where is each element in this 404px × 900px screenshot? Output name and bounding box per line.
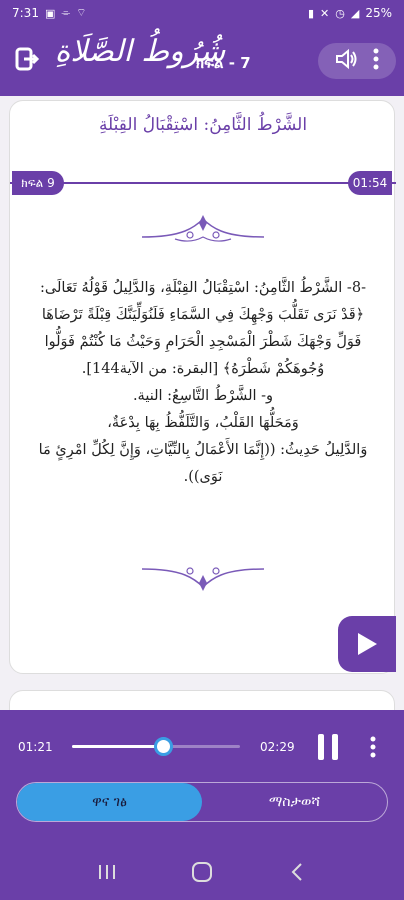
lesson-text: -8- الشَّرْطُ الثَّامِنُ: اسْتِقْبَالُ ا… (28, 275, 378, 491)
exit-icon[interactable] (14, 46, 40, 72)
home-icon[interactable] (187, 857, 217, 887)
pause-icon[interactable] (318, 734, 340, 760)
duration-badge: 01:54 (348, 171, 392, 195)
tab-notes[interactable]: ማስታወሻ (202, 783, 387, 821)
audio-player: 01:21 02:29 ዋና ገፅ ማስታወሻ (0, 710, 404, 844)
audio-progress-line (10, 182, 396, 184)
mute-icon: ✕ (320, 6, 330, 20)
voicemail-icon: ⌯ (61, 6, 71, 19)
text-paragraph: وَالدَّلِيلُ حَدِيثُ: ((إِنَّمَا الأَعْم… (38, 442, 368, 485)
more-vert-icon[interactable] (373, 48, 379, 74)
lesson-label: ክፍል - 7 (196, 54, 251, 72)
seek-fill (72, 745, 163, 748)
seek-thumb[interactable] (153, 737, 173, 756)
action-pill (318, 43, 396, 79)
status-bar: 7:31 ▣ ⌯ ⌔ ▮ ✕ ◷ ◢ 25% (0, 0, 404, 26)
alarm-icon: ◷ (335, 6, 345, 20)
tab-main[interactable]: ዋና ገፅ (17, 783, 202, 821)
ornament-top (141, 215, 265, 242)
play-icon[interactable] (338, 616, 396, 672)
battery-level: 25% (365, 6, 392, 20)
signal-icon: ◢ (350, 6, 360, 20)
ornament-bottom (141, 567, 265, 591)
status-time: 7:31 (12, 6, 39, 20)
image-icon: ▣ (44, 6, 56, 20)
text-paragraph: -8- الشَّرْطُ الثَّامِنُ: اسْتِقْبَالُ ا… (40, 280, 366, 377)
total-time: 02:29 (260, 740, 295, 754)
tab-switcher: ዋና ገፅ ማስታወሻ (16, 782, 388, 822)
recents-icon[interactable] (92, 857, 122, 887)
more-vert-icon[interactable] (366, 736, 380, 758)
wifi-icon: ⌔ (76, 6, 87, 19)
text-paragraph: وَمَحَلُّهَا القَلْبُ، وَالتَّلَفُّظُ بِ… (107, 415, 299, 431)
back-icon[interactable] (282, 857, 312, 887)
battery-saver-icon: ▮ (307, 6, 315, 20)
seek-bar[interactable] (72, 737, 240, 756)
text-paragraph: و- الشَّرْطُ التَّاسِعُ: النية. (132, 388, 274, 404)
current-time: 01:21 (18, 740, 53, 754)
lesson-card: الشَّرْطُ الثَّامِنُ: اسْتِقْبَالُ القِب… (9, 100, 396, 674)
lesson-badge: ክፍል 9 (12, 171, 64, 195)
speaker-icon[interactable] (335, 48, 359, 74)
card-title: الشَّرْطُ الثَّامِنُ: اسْتِقْبَالُ القِب… (98, 115, 308, 135)
app-bar: شُرُوطُ الصَّلَاةِ ክፍል - 7 (0, 26, 404, 96)
system-nav-bar (0, 844, 404, 900)
